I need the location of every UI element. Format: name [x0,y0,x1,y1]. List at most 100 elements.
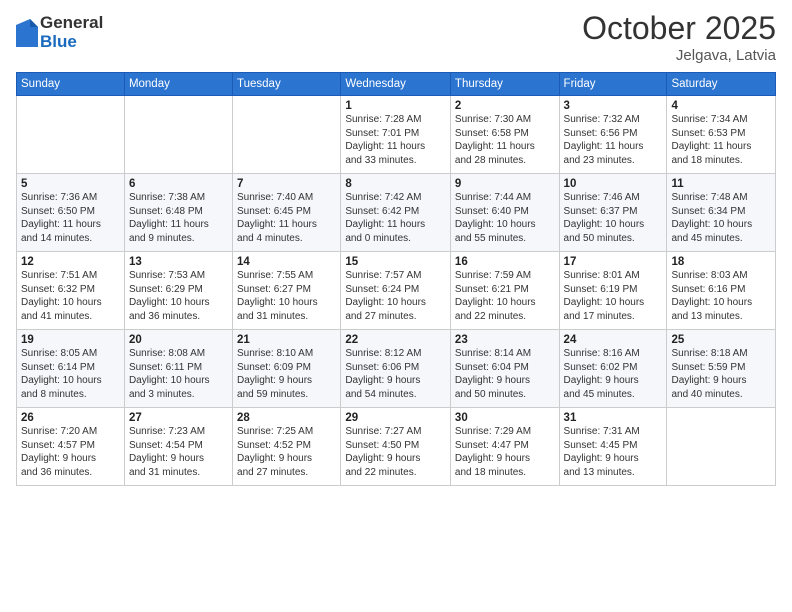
day-num-10: 10 [564,178,663,190]
day-num-19: 19 [21,334,120,346]
day-info-5: Sunrise: 7:36 AM Sunset: 6:50 PM Dayligh… [21,191,120,245]
cell-2-5: 17Sunrise: 8:01 AM Sunset: 6:19 PM Dayli… [559,252,667,330]
day-num-15: 15 [345,256,446,268]
week-row-1: 1Sunrise: 7:28 AM Sunset: 7:01 PM Daylig… [17,96,776,174]
logo: General Blue [16,14,103,51]
day-num-17: 17 [564,256,663,268]
th-monday: Monday [124,73,232,96]
cell-1-5: 10Sunrise: 7:46 AM Sunset: 6:37 PM Dayli… [559,174,667,252]
cell-1-6: 11Sunrise: 7:48 AM Sunset: 6:34 PM Dayli… [667,174,776,252]
day-info-8: Sunrise: 7:42 AM Sunset: 6:42 PM Dayligh… [345,191,446,245]
cell-0-0 [17,96,125,174]
title-block: October 2025 Jelgava, Latvia [582,10,776,64]
cell-1-2: 7Sunrise: 7:40 AM Sunset: 6:45 PM Daylig… [233,174,341,252]
week-row-4: 19Sunrise: 8:05 AM Sunset: 6:14 PM Dayli… [17,330,776,408]
day-info-31: Sunrise: 7:31 AM Sunset: 4:45 PM Dayligh… [564,425,663,479]
day-num-18: 18 [671,256,771,268]
day-info-26: Sunrise: 7:20 AM Sunset: 4:57 PM Dayligh… [21,425,120,479]
cell-2-2: 14Sunrise: 7:55 AM Sunset: 6:27 PM Dayli… [233,252,341,330]
logo-general: General [40,14,103,33]
day-info-25: Sunrise: 8:18 AM Sunset: 5:59 PM Dayligh… [671,347,771,401]
day-num-25: 25 [671,334,771,346]
day-num-11: 11 [671,178,771,190]
month-title: October 2025 [582,10,776,47]
day-num-4: 4 [671,100,771,112]
th-thursday: Thursday [450,73,559,96]
cell-4-4: 30Sunrise: 7:29 AM Sunset: 4:47 PM Dayli… [450,408,559,486]
day-info-10: Sunrise: 7:46 AM Sunset: 6:37 PM Dayligh… [564,191,663,245]
day-num-3: 3 [564,100,663,112]
cell-1-4: 9Sunrise: 7:44 AM Sunset: 6:40 PM Daylig… [450,174,559,252]
cell-0-4: 2Sunrise: 7:30 AM Sunset: 6:58 PM Daylig… [450,96,559,174]
cell-4-2: 28Sunrise: 7:25 AM Sunset: 4:52 PM Dayli… [233,408,341,486]
day-info-27: Sunrise: 7:23 AM Sunset: 4:54 PM Dayligh… [129,425,228,479]
day-num-29: 29 [345,412,446,424]
logo-icon [16,19,38,47]
cell-3-5: 24Sunrise: 8:16 AM Sunset: 6:02 PM Dayli… [559,330,667,408]
day-info-28: Sunrise: 7:25 AM Sunset: 4:52 PM Dayligh… [237,425,336,479]
week-row-5: 26Sunrise: 7:20 AM Sunset: 4:57 PM Dayli… [17,408,776,486]
calendar-body: 1Sunrise: 7:28 AM Sunset: 7:01 PM Daylig… [17,96,776,486]
day-num-27: 27 [129,412,228,424]
cell-4-3: 29Sunrise: 7:27 AM Sunset: 4:50 PM Dayli… [341,408,451,486]
day-num-16: 16 [455,256,555,268]
cell-3-0: 19Sunrise: 8:05 AM Sunset: 6:14 PM Dayli… [17,330,125,408]
day-info-29: Sunrise: 7:27 AM Sunset: 4:50 PM Dayligh… [345,425,446,479]
day-num-30: 30 [455,412,555,424]
day-num-31: 31 [564,412,663,424]
cell-3-3: 22Sunrise: 8:12 AM Sunset: 6:06 PM Dayli… [341,330,451,408]
day-num-12: 12 [21,256,120,268]
weekday-row: Sunday Monday Tuesday Wednesday Thursday… [17,73,776,96]
cell-4-0: 26Sunrise: 7:20 AM Sunset: 4:57 PM Dayli… [17,408,125,486]
page: General Blue October 2025 Jelgava, Latvi… [0,0,792,612]
logo-blue: Blue [40,33,103,52]
day-info-13: Sunrise: 7:53 AM Sunset: 6:29 PM Dayligh… [129,269,228,323]
cell-4-5: 31Sunrise: 7:31 AM Sunset: 4:45 PM Dayli… [559,408,667,486]
cell-3-4: 23Sunrise: 8:14 AM Sunset: 6:04 PM Dayli… [450,330,559,408]
week-row-3: 12Sunrise: 7:51 AM Sunset: 6:32 PM Dayli… [17,252,776,330]
cell-1-1: 6Sunrise: 7:38 AM Sunset: 6:48 PM Daylig… [124,174,232,252]
day-info-16: Sunrise: 7:59 AM Sunset: 6:21 PM Dayligh… [455,269,555,323]
logo-text: General Blue [40,14,103,51]
day-info-20: Sunrise: 8:08 AM Sunset: 6:11 PM Dayligh… [129,347,228,401]
cell-3-6: 25Sunrise: 8:18 AM Sunset: 5:59 PM Dayli… [667,330,776,408]
calendar-header: Sunday Monday Tuesday Wednesday Thursday… [17,73,776,96]
day-num-14: 14 [237,256,336,268]
day-info-21: Sunrise: 8:10 AM Sunset: 6:09 PM Dayligh… [237,347,336,401]
day-num-21: 21 [237,334,336,346]
day-num-5: 5 [21,178,120,190]
th-tuesday: Tuesday [233,73,341,96]
cell-0-5: 3Sunrise: 7:32 AM Sunset: 6:56 PM Daylig… [559,96,667,174]
cell-2-6: 18Sunrise: 8:03 AM Sunset: 6:16 PM Dayli… [667,252,776,330]
cell-2-1: 13Sunrise: 7:53 AM Sunset: 6:29 PM Dayli… [124,252,232,330]
cell-2-0: 12Sunrise: 7:51 AM Sunset: 6:32 PM Dayli… [17,252,125,330]
cell-1-0: 5Sunrise: 7:36 AM Sunset: 6:50 PM Daylig… [17,174,125,252]
day-info-19: Sunrise: 8:05 AM Sunset: 6:14 PM Dayligh… [21,347,120,401]
day-info-22: Sunrise: 8:12 AM Sunset: 6:06 PM Dayligh… [345,347,446,401]
day-info-12: Sunrise: 7:51 AM Sunset: 6:32 PM Dayligh… [21,269,120,323]
day-info-30: Sunrise: 7:29 AM Sunset: 4:47 PM Dayligh… [455,425,555,479]
day-info-11: Sunrise: 7:48 AM Sunset: 6:34 PM Dayligh… [671,191,771,245]
day-info-14: Sunrise: 7:55 AM Sunset: 6:27 PM Dayligh… [237,269,336,323]
day-num-26: 26 [21,412,120,424]
day-num-28: 28 [237,412,336,424]
week-row-2: 5Sunrise: 7:36 AM Sunset: 6:50 PM Daylig… [17,174,776,252]
cell-0-2 [233,96,341,174]
day-num-7: 7 [237,178,336,190]
day-info-18: Sunrise: 8:03 AM Sunset: 6:16 PM Dayligh… [671,269,771,323]
th-saturday: Saturday [667,73,776,96]
header: General Blue October 2025 Jelgava, Latvi… [16,10,776,64]
day-num-24: 24 [564,334,663,346]
day-info-6: Sunrise: 7:38 AM Sunset: 6:48 PM Dayligh… [129,191,228,245]
day-info-3: Sunrise: 7:32 AM Sunset: 6:56 PM Dayligh… [564,113,663,167]
th-friday: Friday [559,73,667,96]
calendar-table: Sunday Monday Tuesday Wednesday Thursday… [16,72,776,486]
th-wednesday: Wednesday [341,73,451,96]
day-info-24: Sunrise: 8:16 AM Sunset: 6:02 PM Dayligh… [564,347,663,401]
day-info-7: Sunrise: 7:40 AM Sunset: 6:45 PM Dayligh… [237,191,336,245]
th-sunday: Sunday [17,73,125,96]
day-info-4: Sunrise: 7:34 AM Sunset: 6:53 PM Dayligh… [671,113,771,167]
cell-3-2: 21Sunrise: 8:10 AM Sunset: 6:09 PM Dayli… [233,330,341,408]
day-info-15: Sunrise: 7:57 AM Sunset: 6:24 PM Dayligh… [345,269,446,323]
cell-3-1: 20Sunrise: 8:08 AM Sunset: 6:11 PM Dayli… [124,330,232,408]
